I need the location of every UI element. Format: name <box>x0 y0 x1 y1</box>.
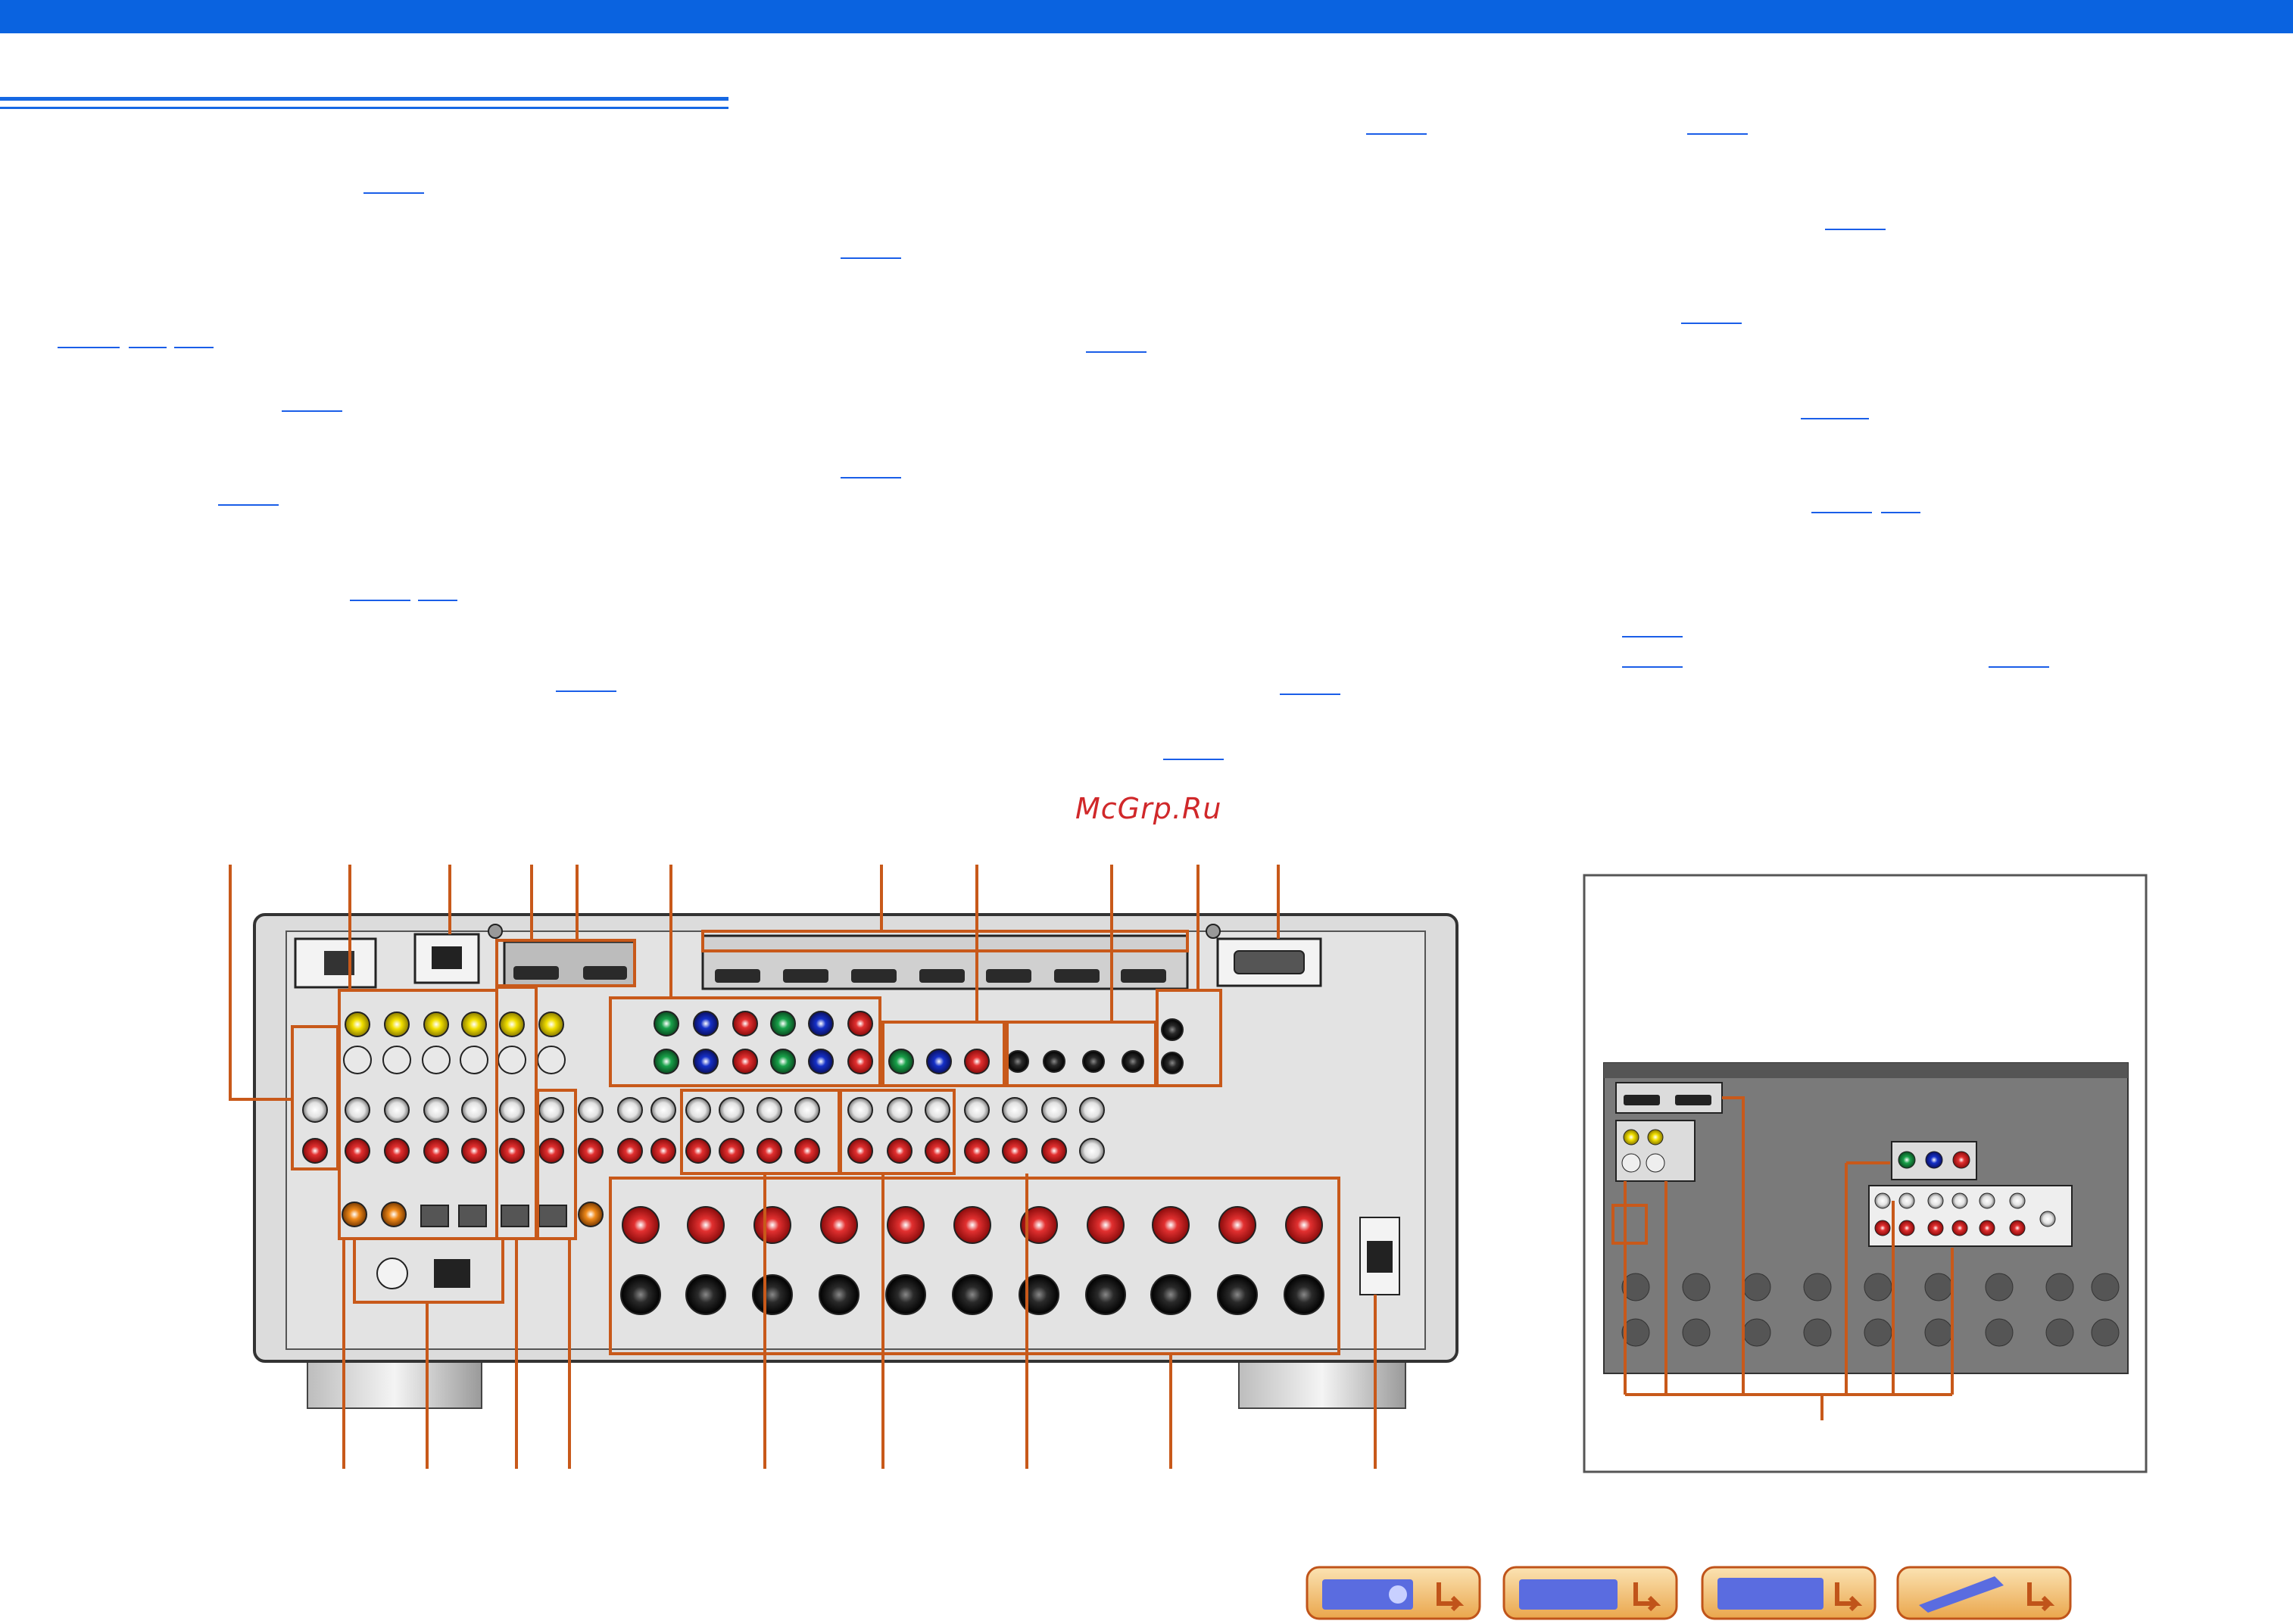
rear-panel-diagram <box>229 865 2148 1473</box>
rear-panel-nav-button[interactable] <box>1502 1566 1678 1620</box>
receiver-front-icon <box>1306 1566 1481 1620</box>
remote-nav-button[interactable] <box>1896 1566 2072 1620</box>
display-panel-icon <box>1701 1566 1877 1620</box>
display-nav-button[interactable] <box>1701 1566 1877 1620</box>
remote-control-icon <box>1896 1566 2072 1620</box>
front-panel-nav-button[interactable] <box>1306 1566 1481 1620</box>
inset-detail <box>1583 874 2148 1473</box>
receiver-rear-icon <box>1502 1566 1678 1620</box>
